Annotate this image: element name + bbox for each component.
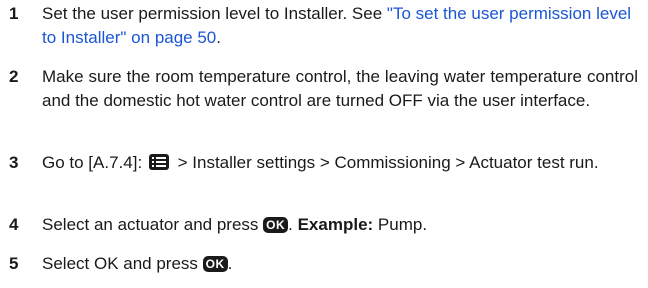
step-number: 2 — [9, 67, 19, 86]
step-text-before: Set the user permission level to Install… — [42, 4, 387, 23]
step-text-before: Select OK and press — [42, 254, 203, 273]
step-text: Set the user permission level to Install… — [42, 2, 638, 50]
step-text-after: Pump. — [373, 215, 428, 234]
step-text: Go to [A.7.4]: > Installer settings > Co… — [42, 151, 638, 175]
step-text-after: . — [216, 28, 222, 47]
ok-button-icon: OK — [263, 217, 289, 233]
example-label: Example: — [297, 215, 374, 234]
step-number: 5 — [9, 254, 19, 273]
step-text-middle: . — [288, 215, 298, 234]
ok-button-icon: OK — [202, 256, 228, 272]
step-text-before: Go to [A.7.4]: — [42, 153, 147, 172]
menu-icon — [148, 154, 169, 170]
step-number: 3 — [9, 153, 19, 172]
procedure-steps: 1 Set the user permission level to Insta… — [0, 0, 648, 288]
step-number: 1 — [9, 4, 19, 23]
step-text-before: Select an actuator and press — [42, 215, 264, 234]
step-text: Select an actuator and press OK. Example… — [42, 213, 638, 237]
step-text-after: > Installer settings > Commissioning > A… — [172, 153, 599, 172]
step-text: Make sure the room temperature control, … — [42, 67, 638, 110]
step-text-after: . — [227, 254, 233, 273]
step-number: 4 — [9, 215, 19, 234]
step-text: Select OK and press OK. — [42, 252, 638, 276]
